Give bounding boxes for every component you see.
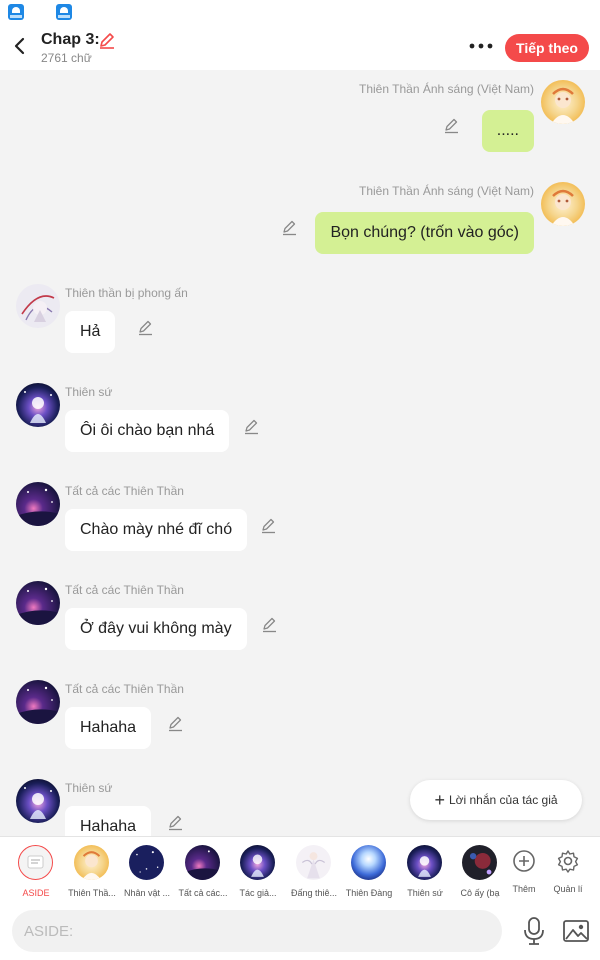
message-input[interactable] [12, 910, 502, 952]
character-item[interactable]: Thiên sứ [397, 843, 453, 899]
edit-message-icon[interactable] [167, 813, 185, 831]
avatar [296, 845, 331, 880]
edit-message-icon[interactable] [260, 516, 278, 534]
character-item[interactable]: Thiên Đàng [341, 843, 397, 899]
sender-name: Tất cả các Thiên Thần [65, 484, 184, 498]
microphone-icon[interactable] [520, 916, 548, 946]
character-item[interactable]: Nhân vật ... [119, 843, 175, 899]
next-chapter-button[interactable]: Tiếp theo [505, 34, 589, 62]
sender-name: Thiên Thần Ánh sáng (Việt Nam) [359, 82, 534, 96]
character-label: Quản lí [553, 884, 583, 894]
avatar[interactable] [16, 383, 60, 427]
avatar[interactable] [16, 482, 60, 526]
character-label: Thiên Thầ... [68, 888, 116, 898]
message-bubble[interactable]: Hả [65, 311, 116, 353]
character-label: Đấng thiê... [290, 888, 338, 898]
gear-icon [556, 849, 580, 873]
character-label: Tất cả các... [178, 888, 228, 898]
author-note-label: Lời nhắn của tác giả [448, 793, 558, 807]
more-dots-icon[interactable] [466, 34, 496, 58]
avatar [240, 845, 275, 880]
avatar[interactable] [16, 284, 60, 328]
plus-icon: + [434, 789, 445, 810]
sender-name: Tất cả các Thiên Thần [65, 583, 184, 597]
message-bubble[interactable]: Bọn chúng? (trốn vào góc) [315, 212, 534, 254]
sender-name: Tất cả các Thiên Thần [65, 682, 184, 696]
chapter-header: Chap 3: 2761 chữ Tiếp theo [0, 26, 600, 70]
avatar [351, 845, 386, 880]
character-aside[interactable]: ASIDE [8, 843, 64, 899]
sender-name: Thiên thần bị phong ấn [65, 286, 188, 300]
add-circle-icon [512, 849, 536, 873]
character-label: Nhân vật ... [123, 888, 171, 898]
character-bar: ASIDE Thiên Thầ... Nhân vật ... Tất cả c… [0, 836, 600, 901]
avatar[interactable] [541, 80, 585, 124]
message-bubble[interactable]: Hahaha [65, 806, 152, 836]
character-item[interactable]: Thiên Thầ... [64, 843, 120, 899]
avatar [185, 845, 220, 880]
character-item[interactable]: Đấng thiê... [286, 843, 342, 899]
input-bar [0, 900, 600, 960]
aside-icon [18, 845, 53, 880]
avatar[interactable] [541, 182, 585, 226]
avatar [129, 845, 164, 880]
sender-name: Thiên sứ [65, 781, 113, 795]
avatar [74, 845, 109, 880]
character-label: Thiên Đàng [345, 888, 393, 898]
pencil-icon[interactable] [97, 30, 117, 50]
app-notification-icon [56, 4, 72, 20]
edit-message-icon[interactable] [167, 714, 185, 732]
edit-message-icon[interactable] [281, 218, 299, 236]
avatar[interactable] [16, 581, 60, 625]
character-label: Thiên sứ [407, 888, 443, 898]
edit-message-icon[interactable] [261, 615, 279, 633]
message-bubble[interactable]: Chào mày nhé đĩ chó [65, 509, 248, 551]
status-bar [0, 0, 600, 26]
character-label: Tác giả... [239, 888, 277, 898]
message-bubble[interactable]: Ôi ôi chào bạn nhá [65, 410, 230, 452]
edit-message-icon[interactable] [137, 318, 155, 336]
chat-area[interactable]: Thiên Thần Ánh sáng (Việt Nam) ..... Thi… [0, 70, 600, 836]
sender-name: Thiên sứ [65, 385, 113, 399]
character-item[interactable]: Tác giả... [230, 843, 286, 899]
app-notification-icon [8, 4, 24, 20]
message-bubble[interactable]: ..... [481, 110, 534, 152]
avatar[interactable] [16, 680, 60, 724]
character-label: ASIDE [22, 888, 50, 898]
word-count: 2761 chữ [41, 51, 92, 65]
back-arrow-icon[interactable] [8, 34, 32, 58]
sender-name: Thiên Thần Ánh sáng (Việt Nam) [359, 184, 534, 198]
character-item[interactable]: Tất cả các... [175, 843, 231, 899]
message-bubble[interactable]: Hahaha [65, 707, 152, 749]
manage-characters-button[interactable]: Quản lí [540, 843, 596, 899]
message-bubble[interactable]: Ở đây vui không mày [65, 608, 247, 650]
chapter-title: Chap 3: [41, 31, 100, 48]
author-note-button[interactable]: + Lời nhắn của tác giả [410, 780, 582, 820]
edit-message-icon[interactable] [243, 417, 261, 435]
avatar[interactable] [16, 779, 60, 823]
avatar [407, 845, 442, 880]
image-icon[interactable] [562, 918, 590, 944]
edit-message-icon[interactable] [443, 116, 461, 134]
avatar [462, 845, 497, 880]
